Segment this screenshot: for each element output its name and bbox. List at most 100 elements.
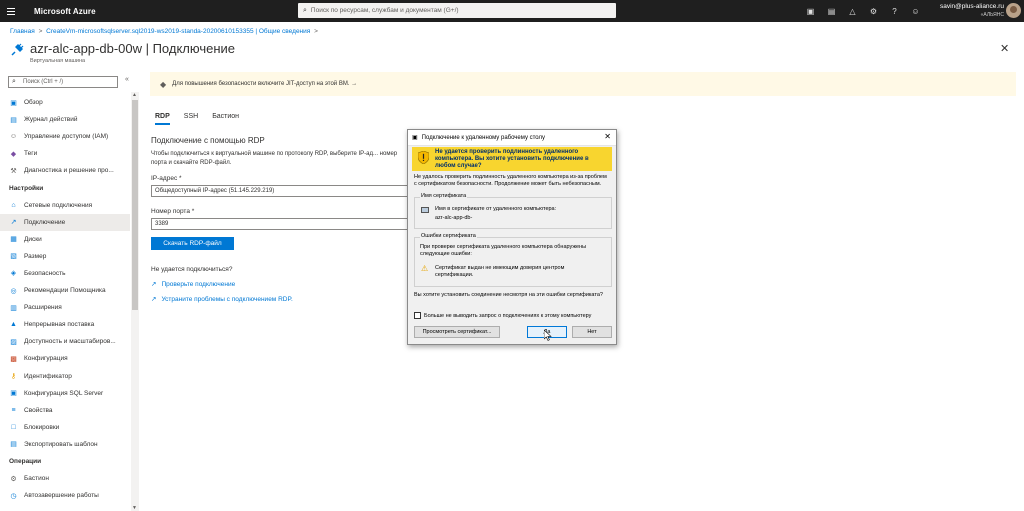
mouse-cursor-icon (544, 330, 552, 341)
sidebar-item-scale[interactable]: ▨ Доступность и масштабиров... (0, 333, 130, 350)
rdp-description: Чтобы подключиться к виртуальной машине … (151, 151, 398, 166)
sidebar-item-tag[interactable]: ◆ Теги (0, 145, 130, 162)
sidebar-item-log[interactable]: ▤ Журнал действий (0, 111, 130, 128)
sidebar-item-label: Конфигурация SQL Server (24, 389, 104, 397)
tab-rdp[interactable]: RDP (155, 113, 170, 125)
sidebar-item-disk[interactable]: ▦ Диски (0, 231, 130, 248)
page-subtitle: Виртуальная машина (30, 58, 86, 64)
tab-bastion[interactable]: Бастион (212, 113, 239, 125)
download-rdp-button[interactable]: Скачать RDP-файл (151, 237, 234, 250)
sidebar-item-label: Бастион (24, 475, 49, 483)
bell-icon[interactable]: △ (842, 7, 863, 16)
network-icon: ⌂ (11, 201, 16, 209)
sidebar-search-input[interactable]: ⌕ Поиск (Ctrl + /) (8, 76, 118, 88)
sidebar-item-lock[interactable]: □ Блокировки (0, 419, 130, 436)
breadcrumb-separator: > (38, 28, 43, 35)
gear-icon[interactable]: ⚙ (863, 7, 884, 16)
sidebar-item-extension[interactable]: ▥ Расширения (0, 299, 130, 316)
checkbox-box[interactable] (414, 312, 421, 319)
sidebar-item-properties[interactable]: ≡ Свойства (0, 402, 130, 419)
troubleshoot-link[interactable]: ↗ Устраните проблемы с подключением RDP. (151, 295, 293, 303)
sidebar-item-key[interactable]: ⚷ Идентификатор (0, 368, 130, 385)
dont-ask-checkbox[interactable]: Больше не выводить запрос о подключениях… (414, 312, 591, 319)
people-icon: ☺ (9, 133, 18, 141)
tab-ssh[interactable]: SSH (184, 113, 198, 125)
sidebar-item-label: Свойства (24, 406, 53, 414)
global-search-input[interactable]: ⌕ Поиск по ресурсам, службам и документа… (298, 3, 616, 18)
sidebar-item-size[interactable]: ▧ Размер (0, 248, 130, 265)
check-connection-label: Проверьте подключение (161, 281, 236, 288)
cert-name-line2: azr-alc-app-db- (435, 215, 473, 221)
sidebar-item-label: Журнал действий (24, 116, 78, 124)
sidebar-item-connect[interactable]: ↗ Подключение (0, 213, 130, 231)
breadcrumb-home[interactable]: Главная (10, 28, 35, 35)
top-bar: Microsoft Azure ⌕ Поиск по ресурсам, слу… (0, 0, 1024, 22)
cant-connect-text: Не удается подключиться? (151, 266, 233, 273)
directory-icon[interactable]: ▤ (821, 7, 842, 16)
check-connection-link[interactable]: ↗ Проверьте подключение (151, 280, 235, 288)
key-icon: ⚷ (10, 373, 17, 381)
cert-name-group: Имя сертификата Имя в сертификате от уда… (414, 193, 612, 229)
properties-icon: ≡ (11, 406, 16, 414)
breadcrumb-separator: > (314, 28, 318, 35)
sidebar-item-wrench[interactable]: ⚒ Диагностика и решение про... (0, 162, 130, 179)
sidebar-item-label: Идентификатор (24, 372, 72, 380)
dialog-titlebar[interactable]: ▣ Подключение к удаленному рабочему стол… (408, 130, 616, 146)
sidebar-item-bastion[interactable]: ⚙ Бастион (0, 470, 130, 487)
advisor-icon: ◎ (10, 287, 17, 295)
ip-address-select[interactable]: Общедоступный IP-адрес (51.145.229.219) (151, 185, 411, 197)
scroll-down-icon[interactable]: ▼ (132, 505, 137, 511)
rdp-section-title: Подключение с помощью RDP (151, 136, 265, 145)
dialog-title: Подключение к удаленному рабочему столу (421, 134, 545, 141)
avatar[interactable] (1006, 3, 1021, 18)
page-header: azr-alc-app-db-00w | Подключение Виртуал… (10, 41, 235, 64)
scroll-up-icon[interactable]: ▲ (132, 92, 137, 98)
brand-title[interactable]: Microsoft Azure (34, 7, 96, 16)
cloud-shell-icon[interactable]: ▣ (800, 7, 821, 16)
account-info[interactable]: savin@plus-aliance.ru «АЛЬЯНС (922, 3, 1004, 19)
sidebar-item-label: Управление доступом (IAM) (24, 133, 109, 141)
sidebar-item-config[interactable]: ▩ Конфигурация (0, 350, 130, 367)
monitor-icon (421, 207, 429, 213)
scrollbar-thumb[interactable] (132, 100, 138, 310)
size-icon: ▧ (10, 253, 17, 261)
breadcrumb-deployment[interactable]: CreateVm-microsoftsqlserver.sql2019-ws20… (46, 28, 310, 35)
cert-errors-group: Ошибки сертификата При проверке сертифик… (414, 233, 612, 287)
sidebar-item-export[interactable]: ▤ Экспортировать шаблон (0, 436, 130, 453)
sidebar-item-clock[interactable]: ◷ Автозавершение работы (0, 487, 130, 504)
view-certificate-button[interactable]: Просмотреть сертификат... (414, 326, 500, 338)
scale-icon: ▨ (10, 338, 17, 346)
sidebar-item-network[interactable]: ⌂ Сетевые подключения (0, 197, 130, 214)
shield-icon: ◈ (10, 270, 17, 278)
no-button[interactable]: Нет (572, 326, 612, 338)
sidebar-item-label: Обзор (24, 99, 43, 107)
sidebar: ⌕ Поиск (Ctrl + /) « ▣ Обзор ▤ Журнал дейст… (0, 72, 140, 511)
close-icon[interactable]: ✕ (604, 132, 611, 141)
sidebar-item-shield[interactable]: ◈ Безопасность (0, 265, 130, 282)
port-number-field[interactable]: 3389 (151, 218, 411, 230)
sidebar-item-people[interactable]: ☺ Управление доступом (IAM) (0, 128, 130, 145)
rdp-warning-dialog: ▣ Подключение к удаленному рабочему стол… (407, 129, 617, 345)
cert-errors-group-label: Ошибки сертификата (420, 233, 477, 239)
clock-icon: ◷ (10, 492, 17, 500)
shield-icon: ◆ (160, 79, 167, 89)
sidebar-item-label: Конфигурация (24, 355, 68, 363)
sidebar-item-sql[interactable]: ▣ Конфигурация SQL Server (0, 385, 130, 402)
help-icon[interactable]: ? (884, 7, 905, 16)
close-icon[interactable]: ✕ (1000, 42, 1009, 55)
dialog-warning-text: Не удается проверить подлинность удаленн… (435, 149, 589, 169)
jit-banner[interactable]: ◆ Для повышения безопасности включите JI… (150, 72, 1016, 96)
extension-icon: ▥ (10, 304, 17, 312)
sidebar-item-advisor[interactable]: ◎ Рекомендации Помощника (0, 282, 130, 299)
breadcrumb: Главная > CreateVm-microsoftsqlserver.sq… (10, 28, 320, 35)
collapse-icon[interactable]: « (125, 76, 129, 83)
sidebar-item-label: Блокировки (24, 423, 60, 431)
rdp-app-icon: ▣ (412, 135, 418, 141)
sidebar-item-label: Рекомендации Помощника (24, 287, 106, 295)
sidebar-item-rocket[interactable]: ▲ Непрерывная поставка (0, 316, 130, 333)
sidebar-item-monitor[interactable]: ▣ Обзор (0, 94, 130, 111)
sidebar-scrollbar[interactable]: ▲ ▼ (131, 92, 139, 511)
connect-icon: ↗ (10, 219, 17, 227)
sidebar-item-label: Теги (24, 150, 38, 158)
menu-icon[interactable] (0, 0, 22, 22)
